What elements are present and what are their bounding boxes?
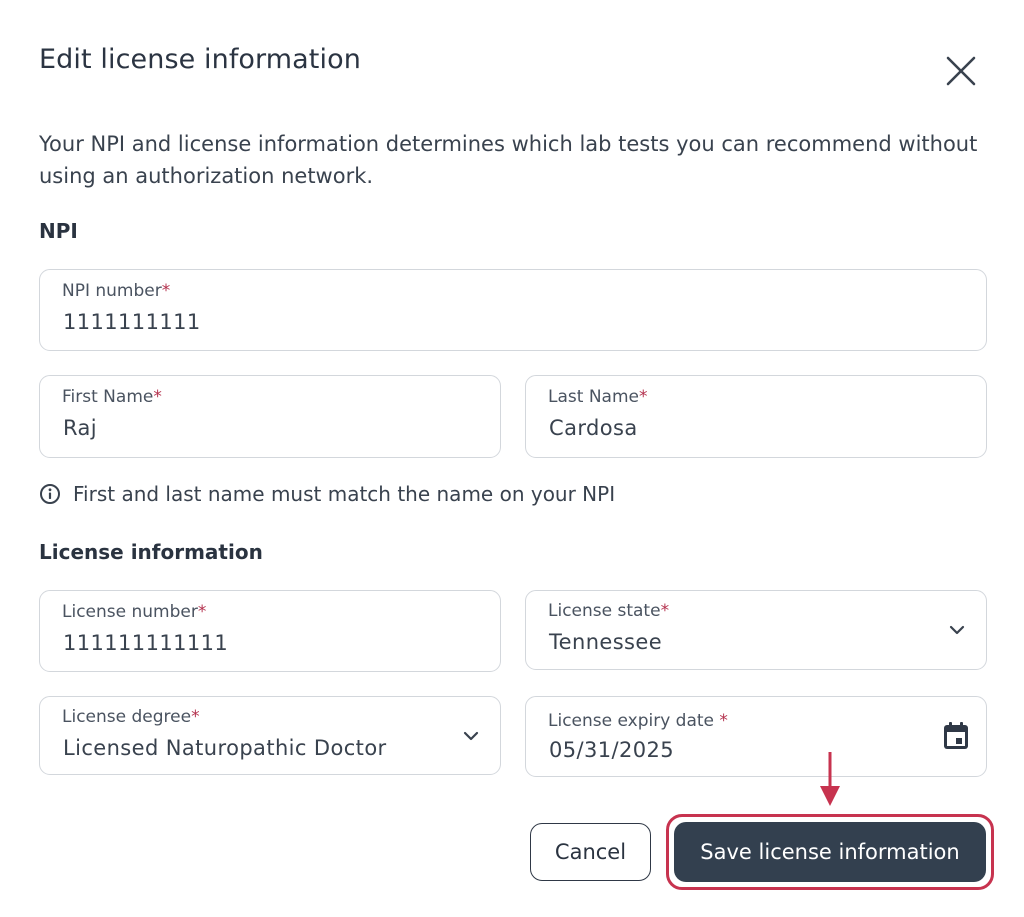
- close-icon[interactable]: [940, 50, 982, 92]
- chevron-down-icon[interactable]: [462, 730, 480, 742]
- save-license-information-button[interactable]: Save license information: [674, 822, 986, 882]
- license-number-value: 111111111111: [63, 631, 229, 655]
- required-asterisk: *: [638, 387, 648, 407]
- license-state-value: Tennessee: [549, 630, 663, 654]
- license-degree-value: Licensed Naturopathic Doctor: [63, 736, 387, 760]
- npi-number-label: NPI number*: [62, 281, 171, 301]
- first-name-label: First Name*: [62, 387, 162, 407]
- last-name-field[interactable]: Last Name* Cardosa: [525, 375, 987, 458]
- npi-section-heading: NPI: [39, 219, 78, 243]
- license-degree-label: License degree*: [62, 707, 200, 727]
- first-name-field[interactable]: First Name* Raj: [39, 375, 501, 458]
- last-name-value: Cardosa: [549, 416, 638, 440]
- npi-number-value: 1111111111: [63, 310, 201, 334]
- license-number-field[interactable]: License number* 111111111111: [39, 590, 501, 672]
- dialog-intro: Your NPI and license information determi…: [39, 132, 978, 188]
- cancel-button[interactable]: Cancel: [530, 823, 651, 881]
- required-asterisk: *: [191, 707, 200, 727]
- chevron-down-icon[interactable]: [948, 624, 966, 636]
- license-state-label: License state*: [548, 601, 670, 621]
- calendar-icon[interactable]: [942, 721, 970, 751]
- dialog-title: Edit license information: [39, 44, 361, 75]
- license-degree-select[interactable]: License degree* Licensed Naturopathic Do…: [39, 696, 501, 775]
- arrow-down-icon: [820, 752, 840, 806]
- first-name-value: Raj: [63, 416, 98, 440]
- license-expiry-value: 05/31/2025: [549, 738, 675, 762]
- license-number-label: License number*: [62, 602, 207, 622]
- required-asterisk: *: [719, 711, 728, 731]
- required-asterisk: *: [660, 601, 670, 621]
- name-match-hint: First and last name must match the name …: [39, 482, 615, 506]
- license-section-heading: License information: [39, 540, 263, 564]
- required-asterisk: *: [153, 387, 162, 407]
- license-expiry-date-field[interactable]: License expiry date * 05/31/2025: [525, 696, 987, 777]
- required-asterisk: *: [161, 281, 171, 301]
- info-icon: [40, 484, 60, 504]
- license-expiry-label: License expiry date *: [548, 711, 728, 731]
- name-match-hint-text: First and last name must match the name …: [73, 482, 616, 506]
- required-asterisk: *: [197, 602, 207, 622]
- last-name-label: Last Name*: [548, 387, 648, 407]
- license-state-select[interactable]: License state* Tennessee: [525, 590, 987, 670]
- npi-number-field[interactable]: NPI number* 1111111111: [39, 269, 987, 351]
